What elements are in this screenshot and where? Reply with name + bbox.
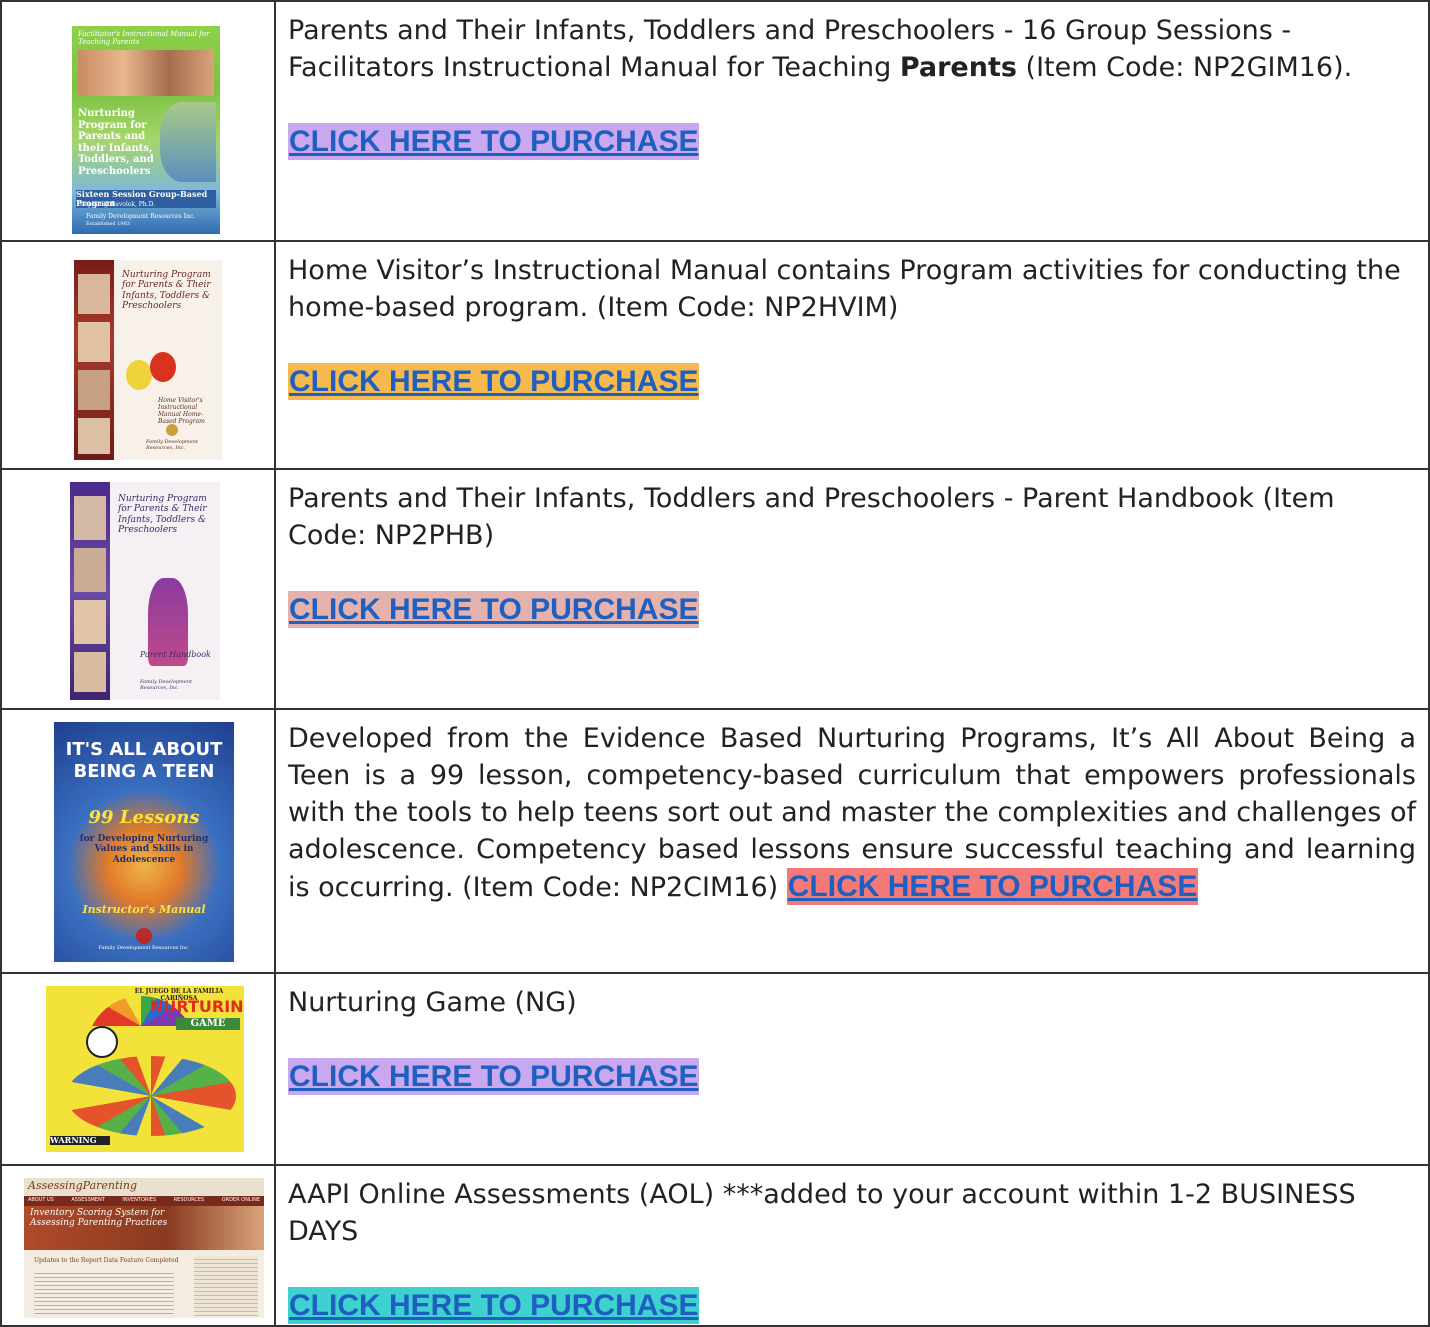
cover-author: Stephen J. Bavolek, Ph.D. (78, 201, 156, 208)
purchase-link[interactable]: CLICK HERE TO PURCHASE (288, 591, 700, 628)
cover-lessons: 99 Lessons (88, 807, 200, 828)
panda-shape (86, 1026, 118, 1058)
purchase-link[interactable]: CLICK HERE TO PURCHASE (288, 123, 700, 160)
bold-word: Parents (899, 52, 1017, 83)
product-description-cell: Parents and Their Infants, Toddlers and … (274, 0, 1430, 242)
cover-title-line1: IT'S ALL ABOUT (65, 739, 223, 760)
book-cover-image[interactable]: IT'S ALL ABOUT BEING A TEEN 99 Lessons f… (54, 722, 234, 962)
product-description: Home Visitor’s Instructional Manual cont… (288, 255, 1401, 323)
book-cover-image[interactable]: Facilitator's Instructional Manual for T… (72, 26, 220, 234)
cover-publisher: Family Development Resources, Inc. (146, 439, 198, 451)
cover-title: NURTURING (150, 997, 244, 1016)
product-thumbnail-cell: Facilitator's Instructional Manual for T… (0, 0, 276, 242)
product-row: AssessingParenting ABOUT US ASSESSMENT I… (0, 1164, 1430, 1327)
purchase-link[interactable]: CLICK HERE TO PURCHASE (786, 868, 1199, 905)
product-thumbnail-cell: IT'S ALL ABOUT BEING A TEEN 99 Lessons f… (0, 708, 276, 974)
cover-subtitle: for Developing Nurturing Values and Skil… (79, 834, 209, 865)
product-row: Facilitator's Instructional Manual for T… (0, 0, 1430, 242)
product-description: AAPI Online Assessments (AOL) ***added t… (288, 1179, 1356, 1247)
cover-title: Nurturing Program for Parents & Their In… (122, 270, 211, 312)
cover-title: Nurturing Program for Parents and their … (78, 108, 154, 177)
product-description-cell: Nurturing Game (NG) CLICK HERE TO PURCHA… (274, 972, 1430, 1166)
book-cover-image[interactable]: Nurturing Program for Parents & Their In… (74, 260, 222, 460)
cover-top-text: Facilitator's Instructional Manual for T… (78, 30, 210, 47)
site-news-title: Updates to the Report Data Feature Compl… (34, 1257, 179, 1264)
product-thumbnail-cell: Nurturing Program for Parents & Their In… (0, 240, 276, 470)
product-description: Nurturing Game (NG) (288, 987, 577, 1018)
cover-publisher: Family Development Resources Inc. (86, 213, 196, 220)
product-thumbnail-cell: Nurturing Program for Parents & Their In… (0, 468, 276, 710)
product-thumbnail-cell: EL JUEGO DE LA FAMILIA CARIÑOSA NURTURIN… (0, 972, 276, 1166)
balloon-shape (126, 360, 152, 390)
cover-game-label: GAME (176, 1018, 240, 1030)
product-description-cell: Home Visitor’s Instructional Manual cont… (274, 240, 1430, 470)
cover-publisher: Family Development Resources, Inc. (140, 679, 192, 691)
product-description: Parents and Their Infants, Toddlers and … (288, 483, 1335, 551)
cover-publisher: Family Development Resources Inc. (98, 945, 190, 951)
balloon-shape (150, 352, 176, 382)
purchase-link[interactable]: CLICK HERE TO PURCHASE (288, 363, 700, 400)
product-row: EL JUEGO DE LA FAMILIA CARIÑOSA NURTURIN… (0, 972, 1430, 1166)
cover-established: Established 1983 (86, 221, 130, 227)
site-nav: ABOUT US ASSESSMENT INVENTORIES RESOURCE… (28, 1197, 260, 1203)
cover-title: Nurturing Program for Parents & Their In… (118, 494, 207, 536)
product-table: Facilitator's Instructional Manual for T… (0, 0, 1430, 1327)
cover-title-line2: BEING A TEEN (73, 761, 215, 782)
product-row: Nurturing Program for Parents & Their In… (0, 468, 1430, 710)
warning-label: WARNING (50, 1135, 110, 1146)
product-thumbnail-cell: AssessingParenting ABOUT US ASSESSMENT I… (0, 1164, 276, 1327)
product-description: Parents and Their Infants, Toddlers and … (288, 15, 1353, 83)
logo-shape (136, 928, 152, 944)
logo-shape (166, 424, 178, 436)
cover-manual: Instructor's Manual (82, 903, 206, 916)
site-headline: Inventory Scoring System for Assessing P… (30, 1208, 168, 1229)
product-description-cell: Parents and Their Infants, Toddlers and … (274, 468, 1430, 710)
cover-subtitle: Parent Handbook (140, 650, 211, 659)
purchase-link[interactable]: CLICK HERE TO PURCHASE (288, 1058, 700, 1095)
product-description-cell: AAPI Online Assessments (AOL) ***added t… (274, 1164, 1430, 1327)
website-screenshot-image[interactable]: AssessingParenting ABOUT US ASSESSMENT I… (24, 1178, 264, 1318)
product-description: Developed from the Evidence Based Nurtur… (288, 723, 1416, 905)
game-box-image[interactable]: EL JUEGO DE LA FAMILIA CARIÑOSA NURTURIN… (46, 986, 244, 1152)
product-description-cell: Developed from the Evidence Based Nurtur… (274, 708, 1430, 974)
site-logo: AssessingParenting (28, 1179, 138, 1192)
product-row: Nurturing Program for Parents & Their In… (0, 240, 1430, 470)
cover-subtitle: Home Visitor's Instructional Manual Home… (158, 397, 205, 425)
purchase-link[interactable]: CLICK HERE TO PURCHASE (288, 1287, 700, 1324)
product-row: IT'S ALL ABOUT BEING A TEEN 99 Lessons f… (0, 708, 1430, 974)
book-cover-image[interactable]: Nurturing Program for Parents & Their In… (70, 482, 220, 700)
